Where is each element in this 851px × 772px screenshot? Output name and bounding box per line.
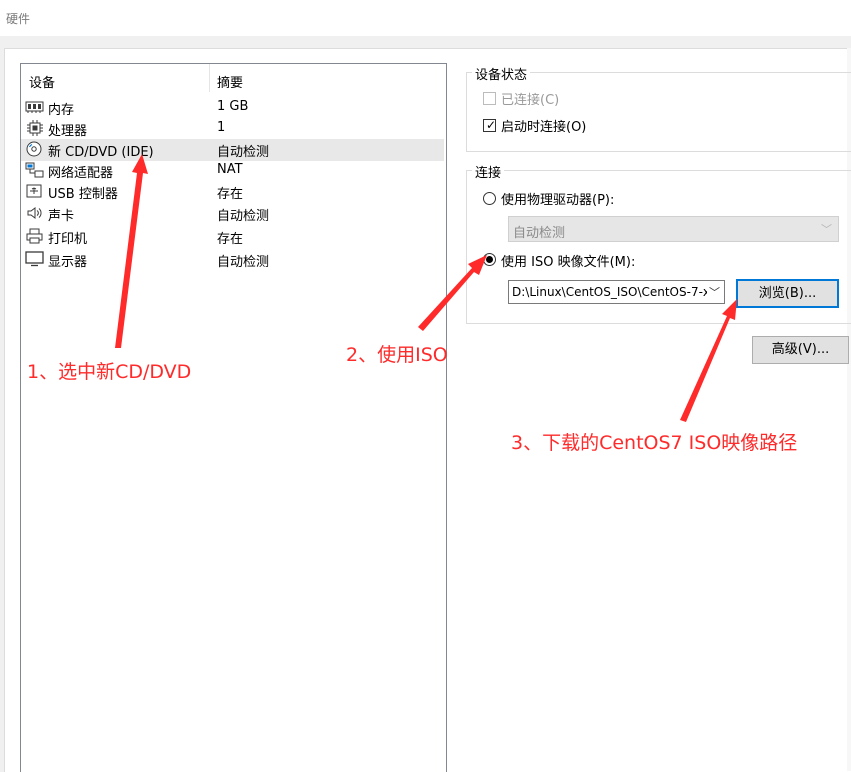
annotation-arrows: [115, 154, 737, 422]
arrow-to-iso-path: [680, 299, 737, 422]
arrow-to-iso-radio: [418, 255, 487, 331]
arrow-to-cd-dvd: [115, 154, 148, 348]
annotation-step-2: 2、使用ISO: [346, 344, 448, 366]
annotation-step-3: 3、下载的CentOS7 ISO映像路径: [511, 432, 798, 454]
annotation-step-1: 1、选中新CD/DVD: [27, 361, 192, 383]
